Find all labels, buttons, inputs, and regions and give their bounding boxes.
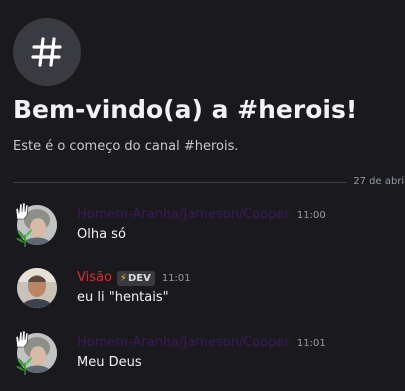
plant-icon bbox=[16, 229, 32, 247]
waving-hand-icon bbox=[15, 202, 29, 220]
message: Visão ⚡ DEV 11:01 eu li "hentais" bbox=[13, 268, 405, 312]
welcome-subtitle: Este é o começo do canal #herois. bbox=[13, 139, 239, 154]
timestamp[interactable]: 11:00 bbox=[297, 210, 326, 221]
tag-label: DEV bbox=[127, 272, 151, 284]
username[interactable]: Homem-Aranha/Jameson/Cooper bbox=[77, 205, 290, 225]
message-text: Olha só bbox=[77, 227, 126, 242]
welcome-title: Bem-vindo(a) a #herois! bbox=[13, 95, 358, 124]
message: Homem-Aranha/Jameson/Cooper 11:00 Olha s… bbox=[13, 202, 405, 249]
username[interactable]: Visão bbox=[77, 268, 112, 288]
message: Homem-Aranha/Jameson/Cooper 11:01 Meu De… bbox=[13, 330, 405, 377]
lightning-icon: ⚡ bbox=[119, 272, 127, 284]
username[interactable]: Homem-Aranha/Jameson/Cooper bbox=[77, 333, 290, 353]
date-divider: 27 de abril bbox=[13, 173, 405, 191]
timestamp[interactable]: 11:01 bbox=[297, 338, 326, 349]
divider-date: 27 de abril bbox=[353, 176, 405, 187]
waving-hand-icon bbox=[15, 330, 29, 348]
dev-tag: ⚡ DEV bbox=[116, 270, 155, 286]
message-text: Meu Deus bbox=[77, 355, 142, 370]
message-text: eu li "hentais" bbox=[77, 290, 169, 305]
user-avatar[interactable] bbox=[17, 268, 57, 308]
man-photo-avatar-icon bbox=[17, 268, 57, 308]
message-header: Homem-Aranha/Jameson/Cooper 11:01 bbox=[77, 333, 326, 353]
message-header: Visão ⚡ DEV 11:01 bbox=[77, 268, 191, 288]
divider-line bbox=[13, 182, 347, 183]
channel-hashtag-avatar bbox=[13, 18, 81, 86]
timestamp[interactable]: 11:01 bbox=[162, 273, 191, 284]
hashtag-icon bbox=[31, 37, 62, 67]
message-header: Homem-Aranha/Jameson/Cooper 11:00 bbox=[77, 205, 326, 225]
plant-icon bbox=[16, 357, 32, 375]
